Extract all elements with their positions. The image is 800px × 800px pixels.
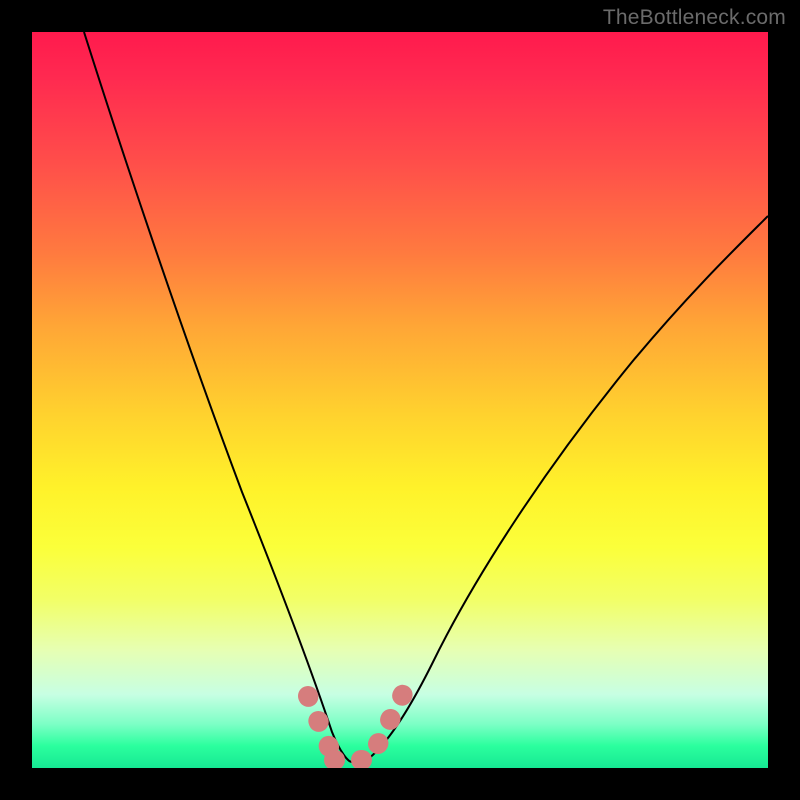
watermark-text: TheBottleneck.com xyxy=(603,6,786,30)
chart-frame: TheBottleneck.com xyxy=(0,0,800,800)
left-curve xyxy=(84,32,352,762)
marker-left-descent xyxy=(308,696,332,754)
plot-area xyxy=(32,32,768,768)
marker-right-ascent xyxy=(378,692,404,744)
right-curve xyxy=(364,216,768,762)
curve-layer xyxy=(32,32,768,768)
